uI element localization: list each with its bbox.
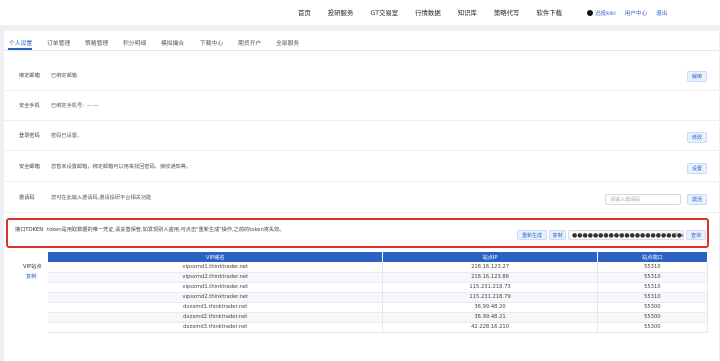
logout-link[interactable]: 退出: [656, 9, 667, 17]
site-port-cell: 55310: [597, 262, 709, 273]
main-nav: 首页 投研服务 GT交易室 行情数据 知识库 策略代写 软件下载: [298, 0, 579, 25]
site-port-cell: 55310: [597, 282, 709, 293]
tab-personal-settings[interactable]: 个人设置: [9, 38, 32, 47]
vip-domain-cell: dxzxmd1.thinktrader.net: [48, 302, 384, 313]
activate-button[interactable]: 激活: [687, 194, 707, 205]
site-port-cell: 55310: [597, 272, 709, 283]
nav-home[interactable]: 首页: [298, 8, 311, 17]
nav-knowledge[interactable]: 知识库: [458, 8, 477, 17]
vip-domain-cell: vipsxmd2.thinktrader.net: [48, 272, 384, 283]
active-tab-indicator: [8, 48, 32, 50]
site-ip-cell: 115.231.218.73: [382, 282, 598, 293]
token-desc: token是用取数据的唯一凭证,请妥善保管,如发现别人盗用,可点击"重新生成"操…: [47, 227, 285, 233]
vip-domain-cell: dxzxmd2.thinktrader.net: [48, 312, 384, 323]
tab-orders[interactable]: 订单管理: [47, 38, 70, 47]
site-ip-cell: 42.228.16.210: [382, 322, 598, 333]
vip-domain-cell: vipsxmd2.thinktrader.net: [48, 292, 384, 303]
unbind-email-button[interactable]: 解绑: [687, 71, 707, 82]
table-row: vipsxmd1.thinktrader.net 115.231.218.73 55…: [48, 282, 709, 293]
phone-number-masked: ——: [86, 102, 100, 109]
row-password: 登录密码 密码已设置。 修改: [4, 121, 719, 151]
nav-software-download[interactable]: 软件下载: [536, 8, 562, 17]
vip-domain-cell: vipsxmd1.thinktrader.net: [48, 262, 384, 273]
site-port-cell: 55300: [597, 312, 709, 323]
row-invite-desc: 您可在此输入邀请码,邀请投研平台相关功能: [51, 195, 152, 201]
nav-gt-trading[interactable]: GT交易室: [370, 8, 398, 17]
vip-domain-cell: vipsxmd1.thinktrader.net: [48, 282, 384, 293]
set-email-button[interactable]: 设置: [687, 163, 707, 174]
site-ip-cell: 115.231.218.79: [382, 292, 598, 303]
row-password-desc: 密码已设置。: [51, 133, 83, 139]
change-password-button[interactable]: 修改: [687, 132, 707, 143]
nav-research[interactable]: 投研服务: [328, 8, 354, 17]
copy-token-button[interactable]: 复制: [549, 230, 566, 240]
vip-table: VIP域名 站点IP 站点端口 vipsxmd1.thinktrader.net…: [48, 252, 709, 333]
token-field[interactable]: ●●●●●●●●●●●●●●●●●●●●●●●●●●●●●●●●●●●●●●●●…: [568, 230, 684, 240]
table-row: vipsxmd2.thinktrader.net 115.231.218.79 55…: [48, 292, 709, 303]
row-security-email-desc: 您暂未设置邮箱，绑定邮箱可以用来找回密码、接收通知等。: [51, 164, 192, 170]
col-vip-domain: VIP域名: [48, 252, 384, 262]
row-email-label: 绑定邮箱: [19, 73, 40, 79]
tab-futures-account[interactable]: 期货开户: [238, 38, 261, 47]
nav-market-data[interactable]: 行情数据: [415, 8, 441, 17]
site-port-cell: 55300: [597, 322, 709, 333]
vip-copy-link[interactable]: 复制: [26, 273, 36, 280]
vip-sites-label: VIP站点: [23, 264, 42, 270]
row-phone-label: 安全手机: [19, 103, 40, 109]
col-site-port: 站点端口: [597, 252, 709, 262]
table-row: dxzxmd1.thinktrader.net 36.99.48.20 55300: [48, 302, 709, 313]
site-port-cell: 55300: [597, 302, 709, 313]
vip-table-header: VIP域名 站点IP 站点端口: [48, 252, 709, 262]
avatar[interactable]: [587, 9, 593, 16]
invite-code-input[interactable]: 请输入邀请码: [605, 194, 681, 205]
tab-bar: 个人设置 订单管理 策略管理 积分明细 模拟撮合 下载中心 期货开户 全部服务: [4, 31, 719, 51]
table-row: dxzxmd3.thinktrader.net 42.228.16.210 5530…: [48, 322, 709, 333]
row-security-email: 安全邮箱 您暂未设置邮箱，绑定邮箱可以用来找回密码、接收通知等。 设置: [4, 152, 719, 182]
row-password-label: 登录密码: [19, 133, 40, 139]
tab-strategy[interactable]: 策略管理: [85, 38, 108, 47]
row-email-desc: 已绑定邮箱: [51, 73, 77, 79]
site-ip-cell: 36.99.48.20: [382, 302, 598, 313]
col-site-ip: 站点IP: [382, 252, 598, 262]
site-port-cell: 55310: [597, 292, 709, 303]
site-ip-cell: 36.99.48.21: [382, 312, 598, 323]
tab-simulation[interactable]: 模拟撮合: [161, 38, 184, 47]
row-phone-desc: 已绑定手机号: ——: [51, 91, 99, 120]
user-center-link[interactable]: 用户中心: [625, 9, 647, 17]
row-phone-text: 已绑定手机号:: [51, 103, 84, 109]
token-label: 接口TOKEN: [15, 227, 44, 233]
regenerate-token-button[interactable]: 重新生成: [517, 230, 547, 240]
table-row: dxzxmd2.thinktrader.net 36.99.48.21 55300: [48, 312, 709, 323]
row-invite: 邀请码 您可在此输入邀请码,邀请投研平台相关功能 请输入邀请码 激活: [4, 183, 719, 213]
row-email: 绑定邮箱 已绑定邮箱 解绑: [4, 61, 719, 91]
row-security-email-label: 安全邮箱: [19, 164, 40, 170]
table-row: vipsxmd2.thinktrader.net 218.16.123.86 553…: [48, 272, 709, 283]
table-row: vipsxmd1.thinktrader.net 218.16.123.27 553…: [48, 262, 709, 273]
username-link[interactable]: 迅投kiki: [595, 9, 616, 17]
tab-points[interactable]: 积分明细: [123, 38, 146, 47]
row-invite-label: 邀请码: [19, 195, 35, 201]
nav-strategy-writing[interactable]: 策略代写: [494, 8, 520, 17]
row-phone: 安全手机 已绑定手机号: ——: [4, 91, 719, 121]
site-ip-cell: 218.16.123.27: [382, 262, 598, 273]
user-area: 迅投kiki 用户中心 退出: [587, 0, 676, 25]
clear-icon[interactable]: ⊗: [674, 232, 678, 238]
tab-downloads[interactable]: 下载中心: [200, 38, 223, 47]
vip-domain-cell: dxzxmd3.thinktrader.net: [48, 322, 384, 333]
tab-all-services[interactable]: 全部服务: [276, 38, 299, 47]
site-ip-cell: 218.16.123.86: [382, 272, 598, 283]
top-bar: 首页 投研服务 GT交易室 行情数据 知识库 策略代写 软件下载 迅投kiki …: [0, 0, 720, 25]
query-button[interactable]: 查询: [686, 230, 706, 240]
